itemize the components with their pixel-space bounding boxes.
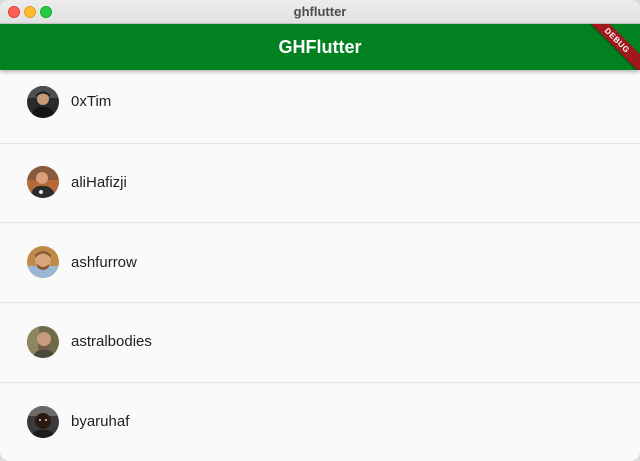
- title-bar: ghflutter: [0, 0, 640, 24]
- list-item[interactable]: 0xTim: [0, 62, 640, 142]
- member-login: ashfurrow: [71, 254, 137, 271]
- list-item[interactable]: aliHafizji: [0, 143, 640, 223]
- avatar: [27, 86, 59, 118]
- member-login: aliHafizji: [71, 174, 127, 191]
- avatar: [27, 246, 59, 278]
- list-item[interactable]: astralbodies: [0, 302, 640, 382]
- member-login: astralbodies: [71, 333, 152, 350]
- member-login: byaruhaf: [71, 413, 130, 430]
- window-title: ghflutter: [293, 4, 347, 19]
- avatar-icon: [27, 406, 59, 438]
- list-item[interactable]: byaruhaf: [0, 382, 640, 461]
- member-login: 0xTim: [71, 93, 112, 110]
- avatar: [27, 326, 59, 358]
- avatar-icon: [27, 166, 59, 198]
- member-list[interactable]: 0xTim aliHafizji ashfurrow astralbodies …: [0, 70, 640, 461]
- app-window: ghflutter GHFlutter DEBUG 0xTim aliHafiz…: [0, 0, 640, 461]
- avatar: [27, 166, 59, 198]
- app-bar: GHFlutter DEBUG: [0, 24, 640, 70]
- avatar-icon: [27, 86, 59, 118]
- avatar-icon: [27, 326, 59, 358]
- list-item[interactable]: ashfurrow: [0, 222, 640, 302]
- app-bar-title: GHFlutter: [278, 37, 362, 57]
- avatar-icon: [27, 246, 59, 278]
- avatar: [27, 406, 59, 438]
